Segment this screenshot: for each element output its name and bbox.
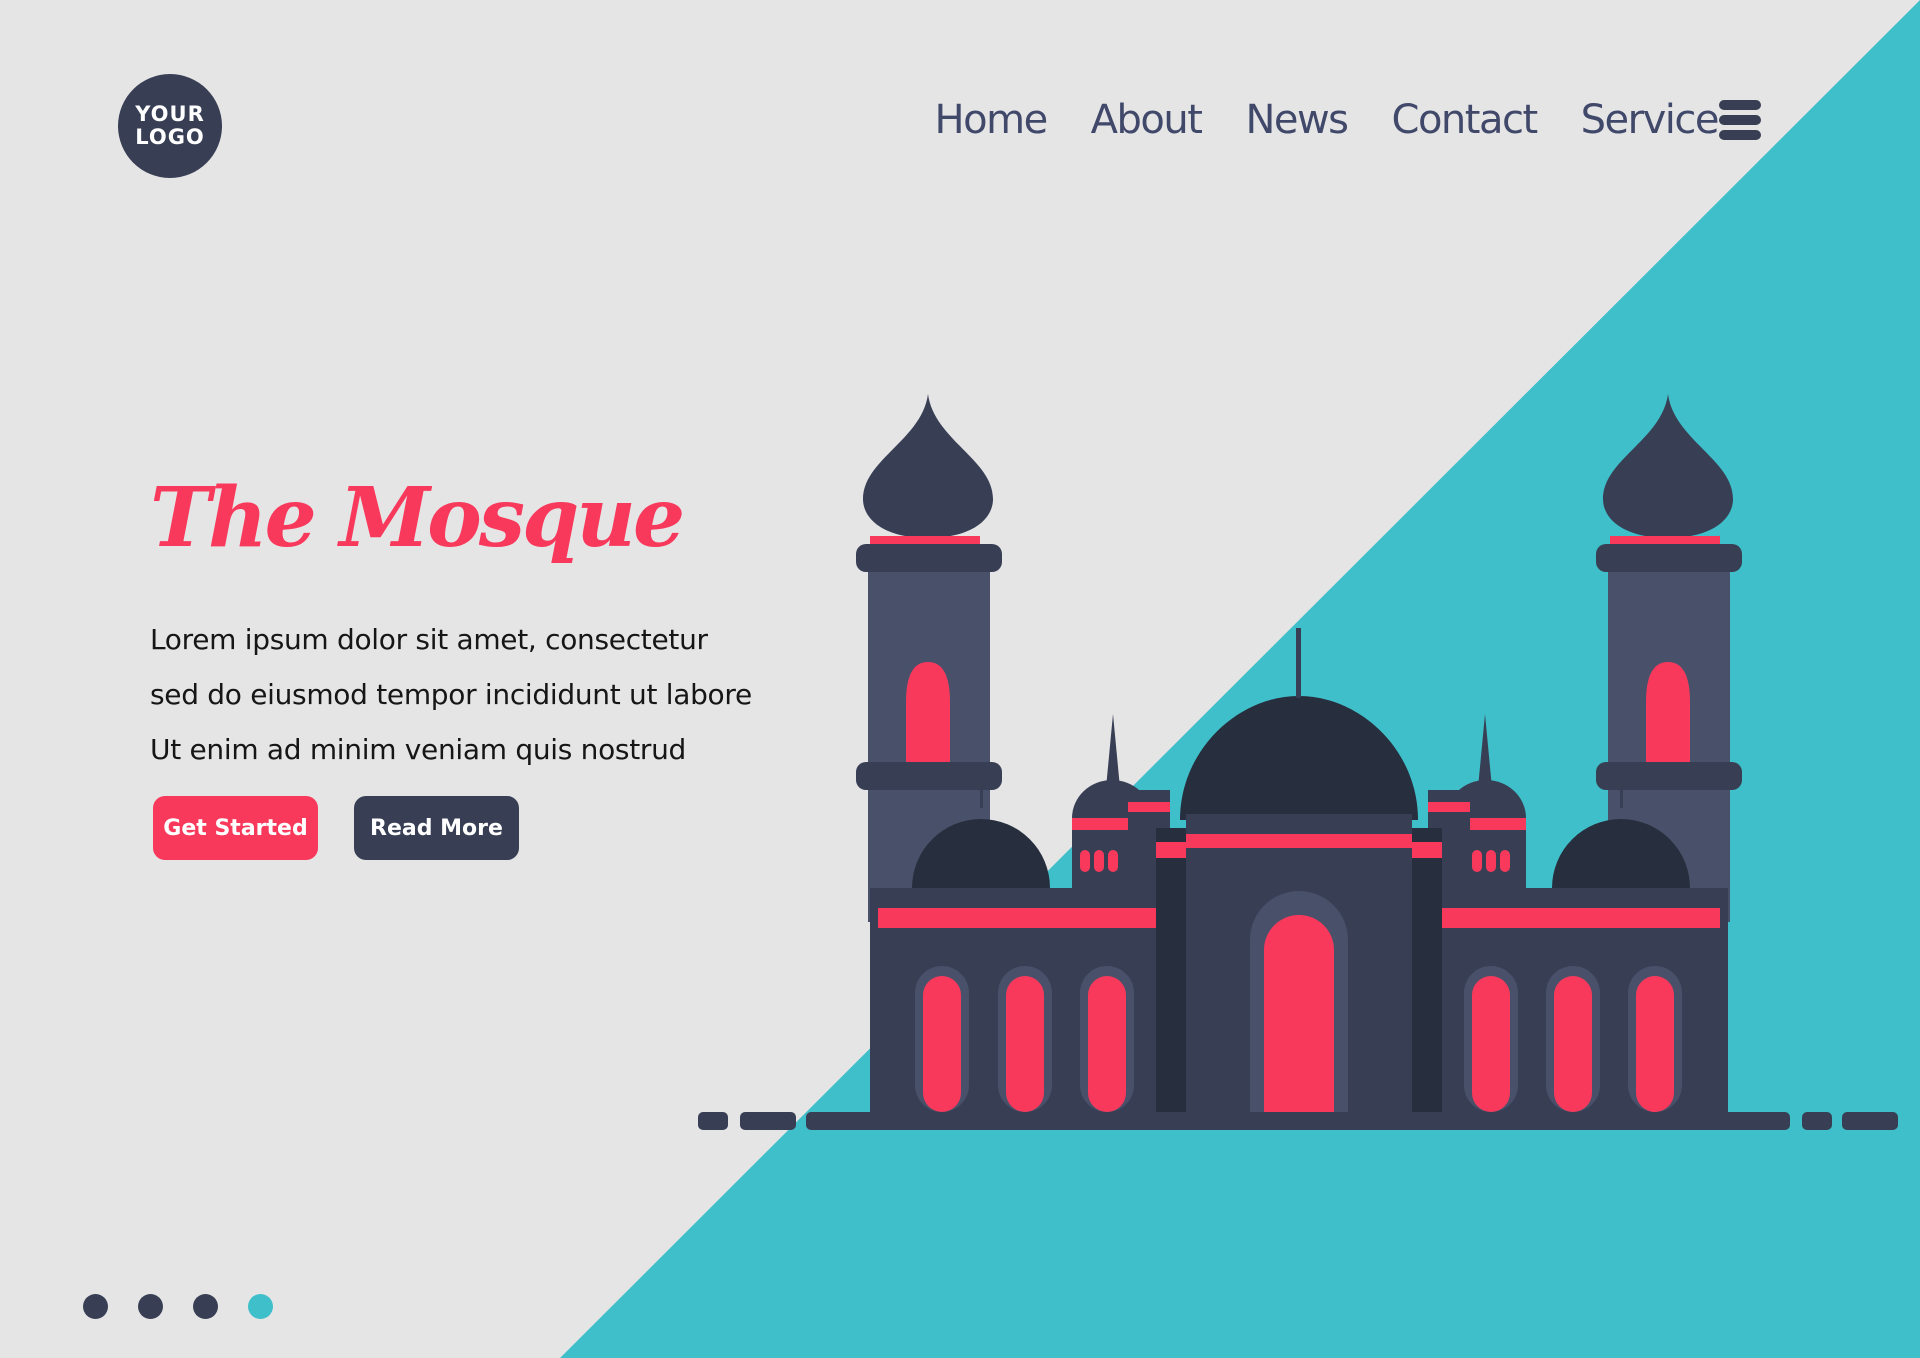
hero-description-line: Ut enim ad minim veniam quis nostrud	[150, 733, 687, 766]
pagination-dot[interactable]	[83, 1294, 108, 1319]
logo[interactable]: YOUR LOGO	[118, 74, 222, 178]
hero-description: Lorem ipsum dolor sit amet, consectetur …	[150, 612, 752, 777]
pagination-dot[interactable]	[193, 1294, 218, 1319]
hero-description-line: sed do eiusmod tempor incididunt ut labo…	[150, 678, 752, 711]
hero-title: The Mosque	[150, 470, 685, 566]
pagination-dot-active[interactable]	[248, 1294, 273, 1319]
logo-text-bottom: LOGO	[135, 125, 205, 149]
pagination-dot[interactable]	[138, 1294, 163, 1319]
nav-service[interactable]: Service	[1581, 97, 1720, 143]
nav-home[interactable]: Home	[935, 97, 1049, 143]
logo-text-top: YOUR	[135, 102, 205, 126]
main-navigation: Home About News Contact Service	[935, 95, 1720, 145]
nav-about[interactable]: About	[1091, 97, 1203, 143]
nav-news[interactable]: News	[1245, 97, 1349, 143]
hero-description-line: Lorem ipsum dolor sit amet, consectetur	[150, 623, 708, 656]
nav-contact[interactable]: Contact	[1392, 97, 1539, 143]
read-more-button[interactable]: Read More	[354, 796, 519, 860]
slide-pagination	[83, 1294, 273, 1319]
mosque-illustration	[698, 394, 1898, 1130]
hamburger-menu-icon[interactable]	[1719, 100, 1761, 140]
get-started-button[interactable]: Get Started	[153, 796, 318, 860]
